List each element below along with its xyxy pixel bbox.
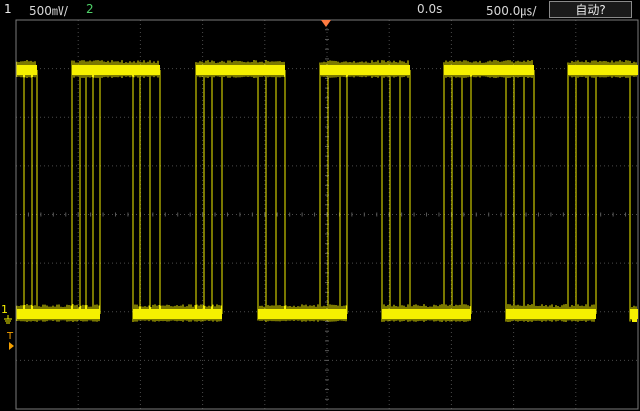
time-scale-readout: 500.0㎲/ [486, 4, 537, 18]
ground-symbol-icon [4, 315, 12, 324]
channel-1-ground-marker[interactable]: 1 [1, 303, 8, 316]
trigger-level-marker[interactable] [9, 342, 14, 350]
right-edge-marker [632, 310, 637, 322]
run-mode-button[interactable]: 自动? [549, 1, 632, 18]
trigger-level-label: T [6, 331, 14, 342]
channel-1-indicator[interactable]: 1 [4, 2, 12, 16]
channel-2-indicator[interactable]: 2 [86, 2, 94, 16]
graticule-grid [15, 19, 638, 409]
time-delay-readout: 0.0s [417, 2, 443, 16]
trigger-position-marker[interactable] [321, 20, 331, 27]
channel-1-scale[interactable]: 500㎷/ [29, 2, 68, 19]
waveform-display: 1 T [1, 19, 639, 410]
channel-1-trace [16, 60, 638, 322]
status-bar: 1 500㎷/ 2 0.0s 500.0㎲/ 自动? [0, 0, 640, 19]
